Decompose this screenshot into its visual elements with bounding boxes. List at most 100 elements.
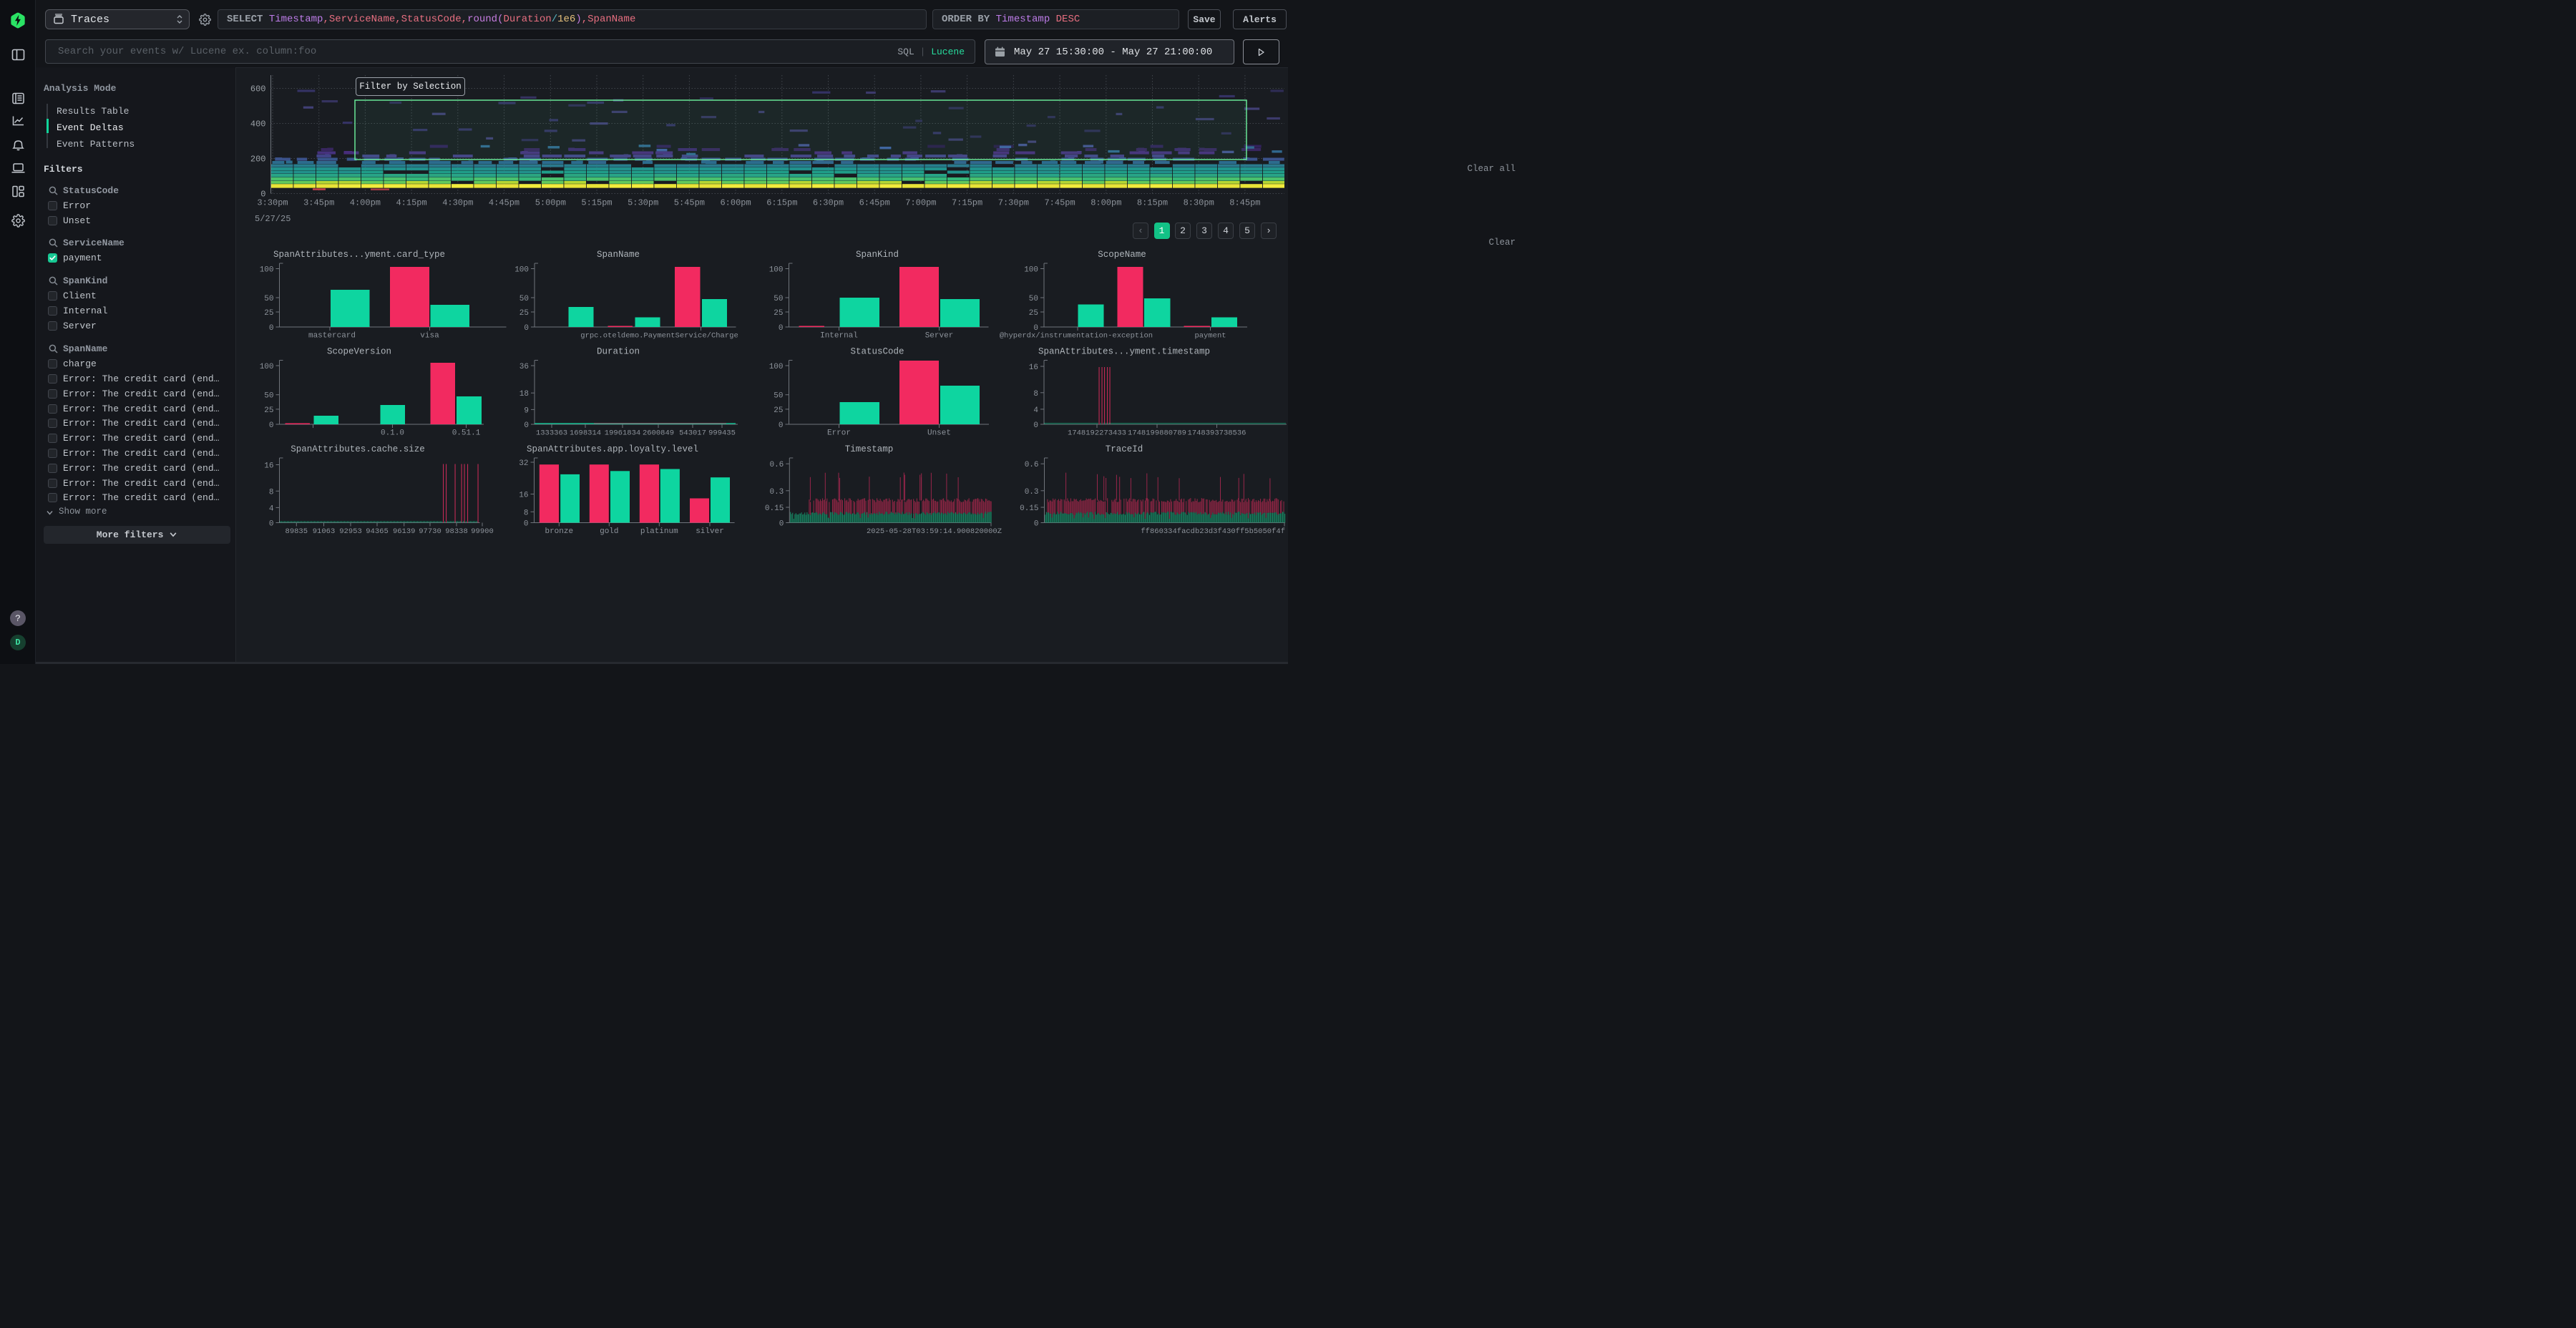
svg-text:bronze: bronze xyxy=(545,527,573,536)
svg-text:0: 0 xyxy=(1033,421,1038,430)
svg-text:6:45pm: 6:45pm xyxy=(859,198,890,208)
svg-text:4:45pm: 4:45pm xyxy=(489,198,519,208)
svg-text:SpanKind: SpanKind xyxy=(856,250,899,260)
svg-text:ScopeVersion: ScopeVersion xyxy=(327,347,391,357)
svg-text:0: 0 xyxy=(779,520,784,529)
svg-text:SpanName: SpanName xyxy=(597,250,640,260)
svg-text:50: 50 xyxy=(264,392,273,401)
svg-text:5:45pm: 5:45pm xyxy=(674,198,705,208)
svg-text:8: 8 xyxy=(269,488,274,497)
svg-text:0: 0 xyxy=(524,520,529,529)
svg-text:grpc.oteldemo.PaymentService/C: grpc.oteldemo.PaymentService/Charge xyxy=(580,332,738,341)
svg-text:4:00pm: 4:00pm xyxy=(350,198,381,208)
svg-text:1748199880789: 1748199880789 xyxy=(1128,429,1186,438)
svg-text:89835: 89835 xyxy=(286,527,308,536)
svg-text:100: 100 xyxy=(260,363,274,371)
svg-text:7:45pm: 7:45pm xyxy=(1044,198,1075,208)
svg-text:25: 25 xyxy=(264,309,273,318)
svg-text:Unset: Unset xyxy=(927,429,951,438)
svg-text:0.1.0: 0.1.0 xyxy=(381,429,404,438)
svg-text:SpanAttributes...yment.timesta: SpanAttributes...yment.timestamp xyxy=(1038,347,1210,357)
svg-text:0.3: 0.3 xyxy=(769,488,784,497)
svg-text:7:15pm: 7:15pm xyxy=(952,198,982,208)
svg-text:8: 8 xyxy=(1033,390,1038,399)
svg-text:4: 4 xyxy=(269,504,274,513)
svg-text:25: 25 xyxy=(774,309,783,318)
svg-text:StatusCode: StatusCode xyxy=(850,347,904,357)
svg-text:99900: 99900 xyxy=(471,527,494,536)
svg-text:25: 25 xyxy=(1029,309,1038,318)
svg-text:6:00pm: 6:00pm xyxy=(720,198,751,208)
svg-text:4:30pm: 4:30pm xyxy=(442,198,473,208)
svg-text:mastercard: mastercard xyxy=(308,332,356,341)
svg-text:19961834: 19961834 xyxy=(605,429,640,438)
svg-text:6:15pm: 6:15pm xyxy=(766,198,797,208)
svg-text:5/27/25: 5/27/25 xyxy=(255,214,291,224)
svg-text:4: 4 xyxy=(1033,406,1038,415)
svg-text:94365: 94365 xyxy=(366,527,389,536)
svg-text:25: 25 xyxy=(264,406,273,415)
svg-text:1333363: 1333363 xyxy=(536,429,567,438)
svg-text:8:00pm: 8:00pm xyxy=(1091,198,1121,208)
svg-text:3:45pm: 3:45pm xyxy=(303,198,334,208)
svg-text:543017: 543017 xyxy=(679,429,706,438)
svg-text:gold: gold xyxy=(600,527,618,536)
svg-text:9: 9 xyxy=(524,406,529,415)
svg-text:7:00pm: 7:00pm xyxy=(905,198,936,208)
svg-text:5:00pm: 5:00pm xyxy=(535,198,566,208)
svg-text:5:30pm: 5:30pm xyxy=(628,198,658,208)
svg-text:Timestamp: Timestamp xyxy=(845,444,894,454)
svg-text:SpanAttributes...yment.card_ty: SpanAttributes...yment.card_type xyxy=(273,250,445,260)
svg-text:platinum: platinum xyxy=(640,527,678,536)
svg-text:18: 18 xyxy=(519,390,529,399)
svg-text:3:30pm: 3:30pm xyxy=(257,198,288,208)
svg-text:0: 0 xyxy=(269,421,274,430)
svg-text:Duration: Duration xyxy=(597,347,640,357)
svg-text:600: 600 xyxy=(250,84,266,94)
svg-text:100: 100 xyxy=(514,266,529,275)
svg-text:91063: 91063 xyxy=(313,527,336,536)
svg-text:16: 16 xyxy=(519,492,528,500)
svg-text:0: 0 xyxy=(524,324,529,333)
svg-text:0.3: 0.3 xyxy=(1025,488,1039,497)
svg-text:Internal: Internal xyxy=(820,332,858,341)
svg-text:50: 50 xyxy=(519,295,529,303)
svg-text:payment: payment xyxy=(1194,332,1226,341)
svg-text:0.15: 0.15 xyxy=(765,504,784,513)
svg-text:0.15: 0.15 xyxy=(1020,504,1038,513)
svg-text:100: 100 xyxy=(769,266,784,275)
svg-text:32: 32 xyxy=(519,459,528,468)
svg-text:100: 100 xyxy=(769,363,784,371)
svg-text:0.6: 0.6 xyxy=(1025,461,1039,469)
svg-text:50: 50 xyxy=(774,392,783,401)
svg-text:visa: visa xyxy=(420,332,439,341)
svg-text:400: 400 xyxy=(250,119,266,130)
svg-text:@hyperdx/instrumentation-excep: @hyperdx/instrumentation-exception xyxy=(1000,332,1153,341)
svg-text:TraceId: TraceId xyxy=(1106,444,1143,454)
svg-text:1748393738536: 1748393738536 xyxy=(1188,429,1246,438)
svg-text:2600849: 2600849 xyxy=(643,429,674,438)
svg-text:25: 25 xyxy=(774,406,783,415)
svg-text:0: 0 xyxy=(1034,520,1039,529)
svg-text:50: 50 xyxy=(1029,295,1038,303)
svg-text:8:15pm: 8:15pm xyxy=(1137,198,1168,208)
svg-text:100: 100 xyxy=(260,266,274,275)
svg-text:50: 50 xyxy=(774,295,783,303)
svg-text:0: 0 xyxy=(524,421,529,430)
svg-text:0: 0 xyxy=(779,324,784,333)
svg-text:6:30pm: 6:30pm xyxy=(813,198,844,208)
svg-text:16: 16 xyxy=(1029,363,1038,372)
svg-text:silver: silver xyxy=(696,527,724,536)
svg-text:1748192273433: 1748192273433 xyxy=(1068,429,1126,438)
svg-text:Server: Server xyxy=(925,332,954,341)
svg-text:SpanAttributes.cache.size: SpanAttributes.cache.size xyxy=(291,444,425,454)
svg-text:0.51.1: 0.51.1 xyxy=(452,429,481,438)
svg-text:SpanAttributes.app.loyalty.lev: SpanAttributes.app.loyalty.level xyxy=(527,444,698,454)
svg-text:5:15pm: 5:15pm xyxy=(581,198,612,208)
svg-text:8: 8 xyxy=(524,509,529,517)
svg-text:0: 0 xyxy=(779,421,784,430)
svg-text:200: 200 xyxy=(250,155,266,165)
svg-text:ScopeName: ScopeName xyxy=(1098,250,1146,260)
svg-text:36: 36 xyxy=(519,363,529,371)
svg-text:8:30pm: 8:30pm xyxy=(1184,198,1214,208)
